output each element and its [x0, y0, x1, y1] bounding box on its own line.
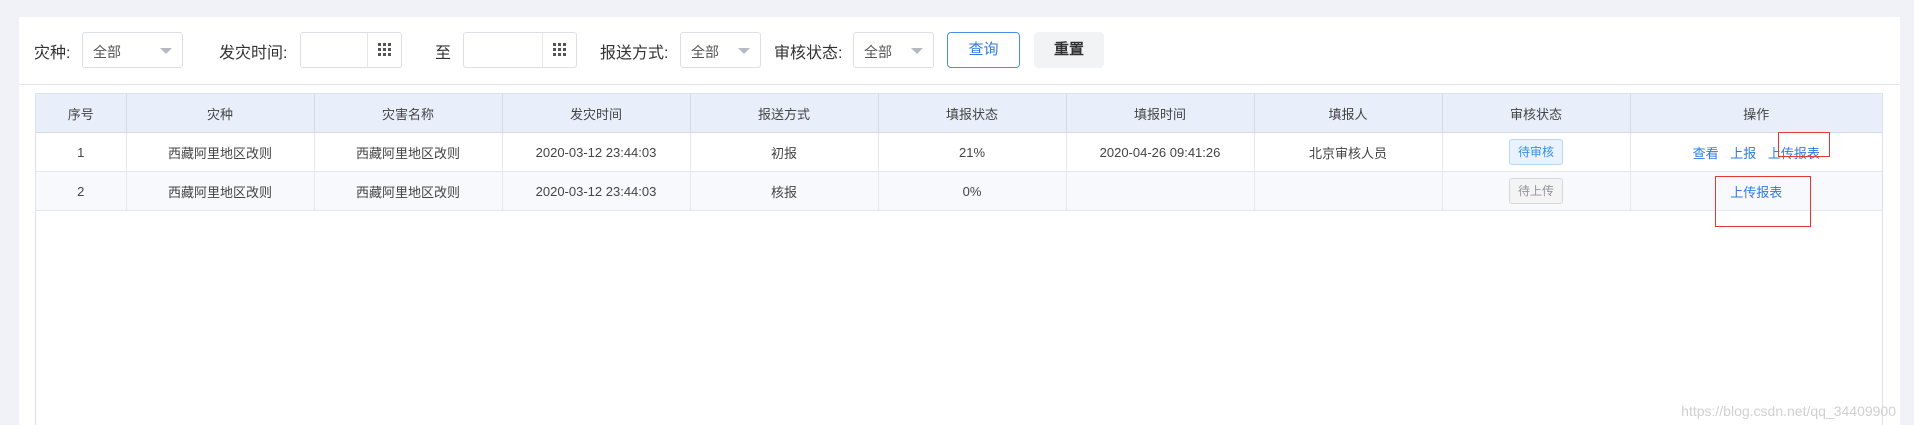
- report-method-value: 全部: [691, 44, 719, 60]
- time-start-input[interactable]: [300, 32, 402, 68]
- query-button[interactable]: 查询: [947, 32, 1020, 68]
- col-header-type: 灾种: [126, 94, 315, 133]
- cell-fill-status: 21%: [878, 132, 1067, 172]
- cell-review-status: 待审核: [1442, 132, 1631, 172]
- cell-fill-status: 0%: [878, 171, 1067, 211]
- status-badge: 待审核: [1508, 139, 1563, 165]
- calendar-icon[interactable]: [542, 33, 576, 67]
- cell-review-status: 待上传: [1442, 171, 1631, 211]
- calendar-icon[interactable]: [367, 33, 401, 67]
- chevron-down-icon: [738, 48, 750, 54]
- col-header-name: 灾害名称: [314, 94, 503, 133]
- report-method-label: 报送方式:: [600, 45, 669, 62]
- cell-type: 西藏阿里地区改则: [126, 171, 315, 211]
- review-status-label: 审核状态:: [774, 45, 843, 62]
- highlight-box: [1715, 176, 1811, 227]
- cell-index: 2: [36, 171, 127, 211]
- cell-name: 西藏阿里地区改则: [314, 132, 503, 172]
- col-header-method: 报送方式: [690, 94, 879, 133]
- watermark: https://blog.csdn.net/qq_34409900: [1681, 403, 1896, 419]
- col-header-actions: 操作: [1630, 94, 1882, 133]
- report-method-select[interactable]: 全部: [680, 32, 761, 68]
- cell-occur-time: 2020-03-12 23:44:03: [502, 132, 691, 172]
- col-header-fill-time: 填报时间: [1066, 94, 1255, 133]
- view-link[interactable]: 查看: [1693, 146, 1719, 161]
- col-header-review-status: 审核状态: [1442, 94, 1631, 133]
- review-status-value: 全部: [864, 44, 892, 60]
- disaster-type-select[interactable]: 全部: [82, 32, 183, 68]
- filter-bar: 灾种: 全部 发灾时间: 至 报送方式: 全部 审核状态: 全部 查询 重置: [19, 17, 1900, 85]
- data-table: 序号 灾种 灾害名称 发灾时间 报送方式 填报状态 填报时间 填报人 审核状态 …: [35, 93, 1883, 425]
- cell-name: 西藏阿里地区改则: [314, 171, 503, 211]
- report-link[interactable]: 上报: [1730, 146, 1756, 161]
- cell-method: 核报: [690, 171, 879, 211]
- col-header-occur-time: 发灾时间: [502, 94, 691, 133]
- cell-method: 初报: [690, 132, 879, 172]
- status-badge: 待上传: [1508, 178, 1563, 204]
- table-row: 1 西藏阿里地区改则 西藏阿里地区改则 2020-03-12 23:44:03 …: [36, 132, 1882, 172]
- disaster-type-value: 全部: [93, 44, 121, 60]
- time-end-input[interactable]: [463, 32, 577, 68]
- review-status-select[interactable]: 全部: [853, 32, 934, 68]
- cell-occur-time: 2020-03-12 23:44:03: [502, 171, 691, 211]
- cell-filler: 北京审核人员: [1254, 132, 1443, 172]
- table-row: 2 西藏阿里地区改则 西藏阿里地区改则 2020-03-12 23:44:03 …: [36, 171, 1882, 211]
- time-to-label: 至: [435, 45, 452, 62]
- col-header-filler: 填报人: [1254, 94, 1443, 133]
- cell-type: 西藏阿里地区改则: [126, 132, 315, 172]
- chevron-down-icon: [911, 48, 923, 54]
- highlight-box: [1778, 132, 1830, 157]
- disaster-type-label: 灾种:: [34, 45, 71, 62]
- time-label: 发灾时间:: [219, 45, 288, 62]
- cell-fill-time: [1066, 171, 1255, 211]
- reset-button[interactable]: 重置: [1034, 32, 1104, 68]
- chevron-down-icon: [160, 48, 172, 54]
- cell-index: 1: [36, 132, 127, 172]
- col-header-index: 序号: [36, 94, 127, 133]
- main-card: 灾种: 全部 发灾时间: 至 报送方式: 全部 审核状态: 全部 查询 重置 序…: [19, 17, 1900, 425]
- col-header-fill-status: 填报状态: [878, 94, 1067, 133]
- table-header-row: 序号 灾种 灾害名称 发灾时间 报送方式 填报状态 填报时间 填报人 审核状态 …: [36, 94, 1882, 133]
- cell-actions: 查看 上报 上传报表: [1630, 132, 1882, 172]
- cell-filler: [1254, 171, 1443, 211]
- cell-fill-time: 2020-04-26 09:41:26: [1066, 132, 1255, 172]
